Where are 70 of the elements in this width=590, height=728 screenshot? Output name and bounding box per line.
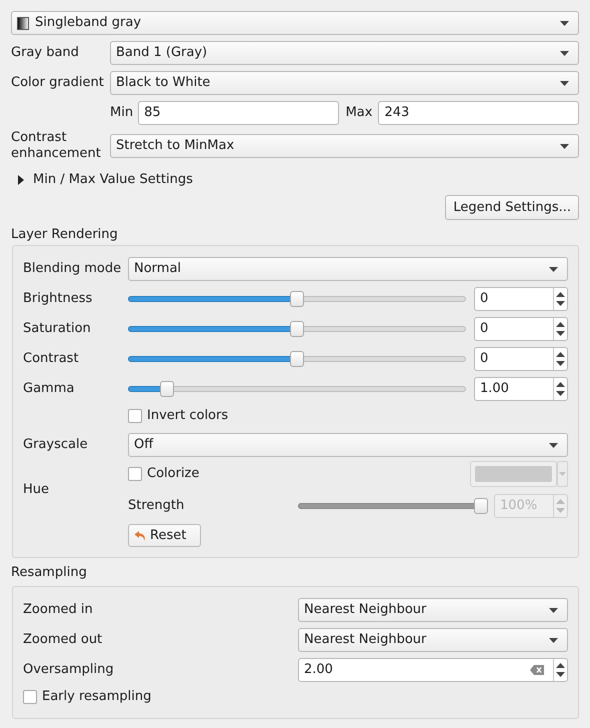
dropdown[interactable]: Off xyxy=(128,433,568,457)
field-label: Invert colors xyxy=(147,407,228,426)
field-label: Gamma xyxy=(23,380,76,398)
spin-arrows-icon xyxy=(556,499,565,513)
field-label: Early resampling xyxy=(42,688,152,706)
text-field[interactable]: 85 xyxy=(138,101,339,125)
field-label: Oversampling xyxy=(23,661,115,680)
dropdown[interactable]: Nearest Neighbour xyxy=(298,628,568,652)
checkbox[interactable] xyxy=(128,467,142,481)
dropdown-arrow-icon xyxy=(549,608,558,612)
slider[interactable] xyxy=(128,350,466,368)
field-label: Gray band xyxy=(11,44,80,62)
group-title: Resampling xyxy=(11,564,87,581)
field-label: Strength xyxy=(128,497,186,516)
dropdown[interactable]: Black to White xyxy=(110,71,579,95)
spin-arrows-icon xyxy=(556,322,565,336)
gradient-icon xyxy=(17,16,29,30)
dropdown-arrow-icon xyxy=(560,50,569,56)
spin-arrows-icon xyxy=(556,352,565,366)
field-label: Blending mode xyxy=(23,260,122,278)
dropdown-arrow-icon xyxy=(560,80,569,86)
field-label: Brightness xyxy=(23,290,94,308)
spin-arrows-icon xyxy=(556,292,565,306)
slider-thumb[interactable] xyxy=(160,381,174,397)
dropdown-arrow-icon xyxy=(549,638,558,642)
reset-button[interactable]: Reset xyxy=(128,524,201,547)
slider-thumb[interactable] xyxy=(290,321,304,337)
dropdown-arrow-icon xyxy=(559,472,566,476)
field-label: Color gradient xyxy=(11,74,105,92)
field-label: Colorize xyxy=(147,465,200,484)
dropdown[interactable]: Singleband gray xyxy=(11,11,579,35)
spin-box[interactable]: 0 xyxy=(474,347,568,371)
slider[interactable] xyxy=(128,380,466,398)
slider-thumb[interactable] xyxy=(474,498,488,514)
slider-thumb[interactable] xyxy=(290,351,304,367)
checkbox[interactable] xyxy=(128,409,142,423)
checkbox[interactable] xyxy=(23,690,37,704)
spin-box[interactable]: 1.00 xyxy=(474,377,568,401)
dropdown[interactable]: Band 1 (Gray) xyxy=(110,41,579,65)
undo-icon xyxy=(134,530,146,542)
text-field[interactable]: 243 xyxy=(378,101,579,125)
field-label: Max xyxy=(346,104,372,122)
dropdown[interactable]: Stretch to MinMax xyxy=(110,134,579,158)
section-toggle[interactable]: Min / Max Value Settings xyxy=(33,170,193,190)
field-label: Grayscale xyxy=(23,436,89,454)
dropdown-arrow-icon xyxy=(549,266,558,272)
clear-icon xyxy=(530,665,544,675)
spin-arrows-icon xyxy=(556,663,565,677)
slider[interactable] xyxy=(298,497,488,515)
field-label: Contrast enhancement xyxy=(11,130,102,162)
field-label: Hue xyxy=(23,480,50,499)
spin-box[interactable]: 0 xyxy=(474,287,568,311)
legend-settings-button[interactable]: Legend Settings... xyxy=(445,195,579,220)
field-label: Min xyxy=(110,104,134,122)
dropdown-arrow-icon xyxy=(560,20,569,26)
slider-thumb[interactable] xyxy=(290,291,304,307)
field-label: Saturation xyxy=(23,320,92,338)
spin-box[interactable]: 0 xyxy=(474,317,568,341)
dropdown[interactable]: Nearest Neighbour xyxy=(298,598,568,622)
dropdown-arrow-icon xyxy=(549,442,558,448)
dropdown[interactable]: Normal xyxy=(128,257,568,281)
field-label: Zoomed out xyxy=(23,631,104,650)
group-title: Layer Rendering xyxy=(11,226,118,243)
slider[interactable] xyxy=(128,290,466,308)
spin-arrows-icon xyxy=(556,382,565,396)
dropdown-arrow-icon xyxy=(560,144,569,148)
field-label: Contrast xyxy=(23,350,80,368)
slider[interactable] xyxy=(128,320,466,338)
spin-box[interactable]: 2.00 xyxy=(298,658,568,682)
field-label: Zoomed in xyxy=(23,601,94,620)
